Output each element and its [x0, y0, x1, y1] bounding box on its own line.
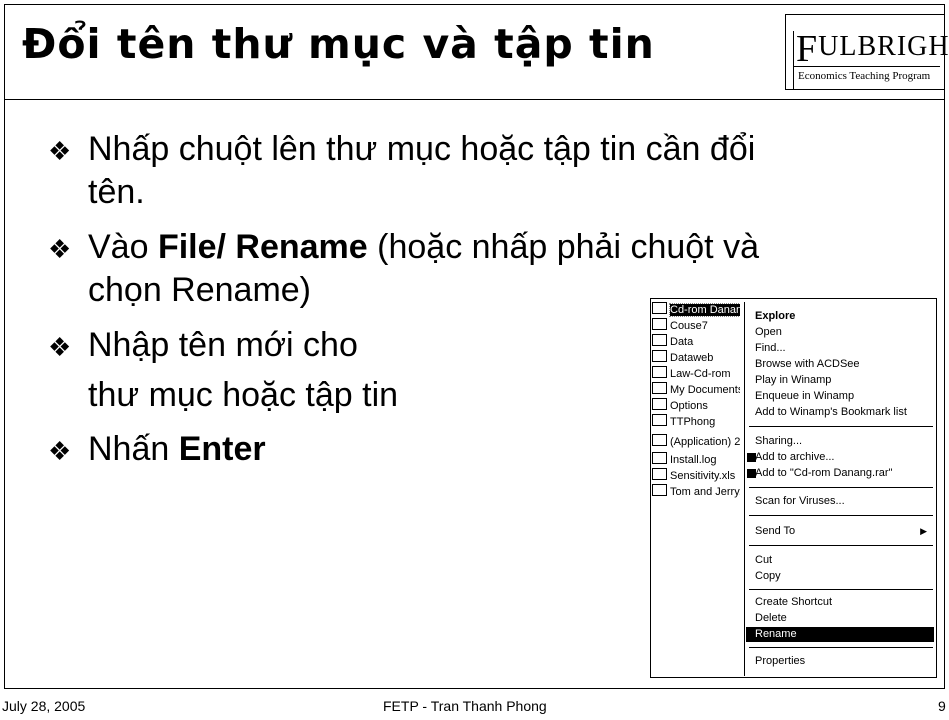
- folder-icon: [652, 382, 667, 394]
- folder-item[interactable]: Law-Cd-rom: [652, 366, 740, 382]
- footer-page-number: 9: [938, 698, 946, 714]
- bullet-bold: Enter: [178, 430, 266, 468]
- fulbright-logo: FULBRIGHT Economics Teaching Program: [785, 14, 949, 90]
- menu-item-enqueue-winamp[interactable]: Enqueue in Winamp: [755, 389, 854, 404]
- footer-author: FETP - Tran Thanh Phong: [383, 698, 547, 714]
- bullet-text: Nhập tên mới cho: [88, 326, 358, 364]
- menu-item-sharing[interactable]: Sharing...: [755, 434, 802, 449]
- footer-date: July 28, 2005: [2, 698, 86, 714]
- slide-title: Đổi tên thư mục và tập tin: [22, 20, 655, 68]
- logo-subtitle: Economics Teaching Program: [798, 70, 931, 82]
- folder-icon: [652, 318, 667, 330]
- menu-item-find[interactable]: Find...: [755, 341, 786, 356]
- bullet-text: Nhấp chuột lên thư mục hoặc tập tin cần …: [88, 130, 756, 168]
- logo-name: FULBRIGHT: [796, 21, 949, 70]
- bullet-diamond-icon: ❖: [48, 234, 72, 264]
- folder-icon: [652, 366, 667, 378]
- bullet-2: ❖ Vào File/ Rename (hoặc nhấp phải chuột …: [48, 226, 759, 271]
- logo-name-rest: ULBRIGHT: [818, 31, 949, 62]
- file-item[interactable]: Tom and Jerry..: [652, 484, 740, 500]
- bullet-text: Nhấn: [88, 430, 179, 468]
- menu-item-play-winamp[interactable]: Play in Winamp: [755, 373, 831, 388]
- application-icon: [652, 434, 667, 446]
- bullet-bold: File/ Rename: [157, 228, 368, 266]
- menu-item-add-to-rar[interactable]: Add to "Cd-rom Danang.rar": [747, 466, 892, 481]
- bullet-3: ❖ Nhập tên mới cho: [48, 324, 358, 369]
- menu-item-cut[interactable]: Cut: [755, 553, 772, 568]
- menu-item-rename[interactable]: Rename: [746, 627, 934, 642]
- winrar-icon: [747, 469, 756, 478]
- logo-rule-vertical: [793, 31, 794, 89]
- folder-icon: [652, 350, 667, 362]
- menu-separator: [749, 515, 933, 516]
- menu-separator: [749, 589, 933, 590]
- menu-item-copy[interactable]: Copy: [755, 569, 781, 584]
- menu-separator: [749, 545, 933, 546]
- menu-item-delete[interactable]: Delete: [755, 611, 787, 626]
- menu-item-scan-viruses[interactable]: Scan for Viruses...: [755, 494, 845, 509]
- folder-item[interactable]: Couse7: [652, 318, 740, 334]
- media-file-icon: [652, 484, 667, 496]
- menu-separator: [749, 647, 933, 648]
- folder-icon: [652, 302, 667, 314]
- file-item[interactable]: Sensitivity.xls: [652, 468, 740, 484]
- logo-initial: F: [796, 28, 819, 70]
- menu-item-browse-acdsee[interactable]: Browse with ACDSee: [755, 357, 860, 372]
- folder-item-cd-rom-danang[interactable]: Cd-rom Danang: [652, 302, 740, 318]
- bullet-1-cont: tên.: [88, 173, 145, 211]
- folder-icon: [652, 398, 667, 410]
- folder-item[interactable]: Options: [652, 398, 740, 414]
- folder-item[interactable]: Dataweb: [652, 350, 740, 366]
- bullet-2-cont: chọn Rename): [88, 271, 312, 309]
- bullet-text: (hoặc nhấp phải chuột và: [367, 228, 759, 266]
- menu-item-create-shortcut[interactable]: Create Shortcut: [755, 595, 832, 610]
- excel-file-icon: [652, 468, 667, 480]
- menu-item-winamp-bookmark[interactable]: Add to Winamp's Bookmark list: [755, 405, 907, 420]
- bullet-1: ❖ Nhấp chuột lên thư mục hoặc tập tin cần…: [48, 128, 755, 173]
- context-menu: Explore Open Find... Browse with ACDSee …: [744, 302, 936, 676]
- menu-separator: [749, 487, 933, 488]
- menu-item-properties[interactable]: Properties: [755, 654, 805, 669]
- menu-item-send-to[interactable]: Send To ▶: [755, 524, 933, 539]
- log-file-icon: [652, 452, 667, 464]
- bullet-diamond-icon: ❖: [48, 436, 72, 466]
- folder-item[interactable]: TTPhong: [652, 414, 740, 430]
- menu-item-add-to-archive[interactable]: Add to archive...: [747, 450, 835, 465]
- logo-rule: [794, 66, 940, 67]
- menu-item-explore[interactable]: Explore: [755, 309, 795, 324]
- folder-icon: [652, 334, 667, 346]
- winrar-icon: [747, 453, 756, 462]
- folder-icon: [652, 414, 667, 426]
- menu-item-open[interactable]: Open: [755, 325, 782, 340]
- bullet-diamond-icon: ❖: [48, 332, 72, 362]
- bullet-4: ❖ Nhấn Enter: [48, 428, 266, 473]
- bullet-text: Vào: [88, 228, 158, 266]
- menu-separator: [749, 426, 933, 427]
- bullet-diamond-icon: ❖: [48, 136, 72, 166]
- file-item[interactable]: Install.log: [652, 452, 740, 468]
- submenu-arrow-icon: ▶: [920, 526, 927, 536]
- bullet-3-cont: thư mục hoặc tập tin: [88, 376, 399, 414]
- file-item[interactable]: (Application) 20: [652, 434, 740, 450]
- folder-item[interactable]: Data: [652, 334, 740, 350]
- folder-item[interactable]: My Documents: [652, 382, 740, 398]
